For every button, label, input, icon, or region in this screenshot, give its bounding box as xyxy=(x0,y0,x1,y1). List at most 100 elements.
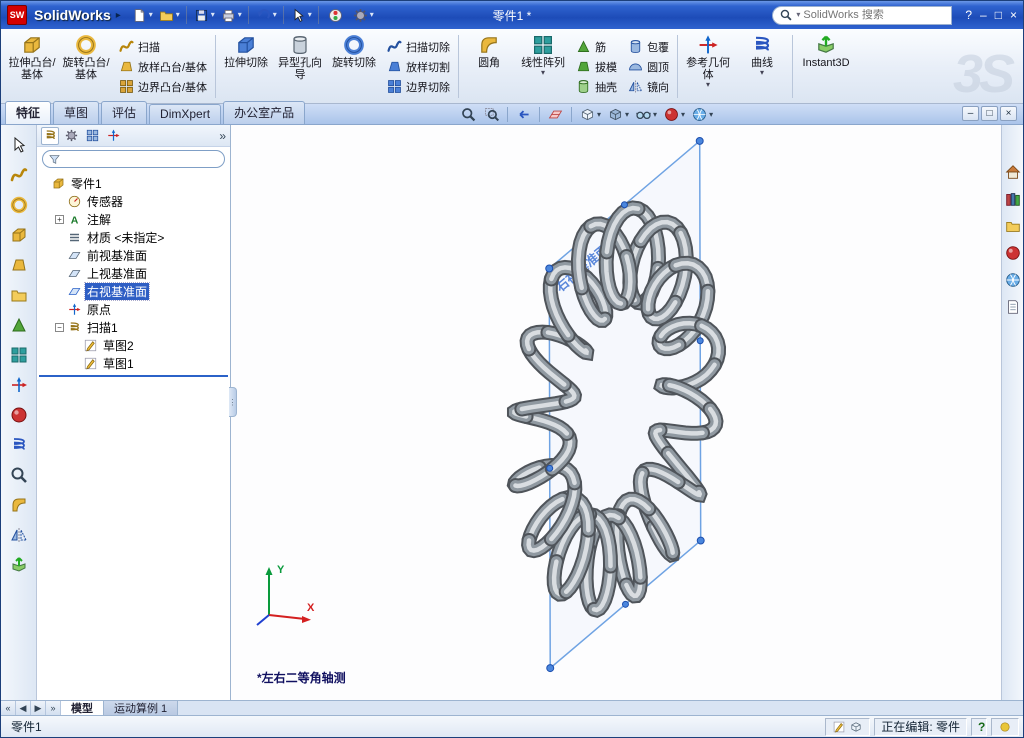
undo-button[interactable]: ▾ xyxy=(254,4,278,26)
view-orientation-button[interactable]: ▾ xyxy=(578,106,602,123)
lofted-boss-button[interactable]: 放样凸台/基体 xyxy=(116,57,209,76)
tree-item-sensors[interactable]: 传感器 xyxy=(39,192,228,210)
tree-item-front-plane[interactable]: 前视基准面 xyxy=(39,246,228,264)
graphics-viewport[interactable]: 右视基准面 Y X *左右二等角轴测 xyxy=(231,125,1001,700)
left-toolbar-icon-3[interactable] xyxy=(9,195,29,215)
doc-close-button[interactable]: × xyxy=(1000,106,1017,121)
wrap-button[interactable]: 包覆 xyxy=(625,37,671,56)
draft-button[interactable]: 拔模 xyxy=(573,57,619,76)
tree-item-sweep1[interactable]: − 扫描1 xyxy=(39,318,228,336)
plane-handle[interactable] xyxy=(621,600,629,608)
dome-button[interactable]: 圆顶 xyxy=(625,57,671,76)
tab-evaluate[interactable]: 评估 xyxy=(101,101,148,124)
shell-button[interactable]: 抽壳 xyxy=(573,77,619,96)
curves-button[interactable]: 曲线 ▾ xyxy=(735,31,789,102)
left-toolbar-icon-10[interactable] xyxy=(9,405,29,425)
left-toolbar-icon-15[interactable] xyxy=(9,555,29,575)
display-style-button[interactable]: ▾ xyxy=(606,106,630,123)
plane-handle[interactable] xyxy=(546,664,555,673)
manager-overflow-button[interactable]: » xyxy=(219,129,226,143)
apply-scene-button[interactable]: ▾ xyxy=(690,106,714,123)
doc-minimize-button[interactable]: – xyxy=(962,106,979,121)
tree-filter-box[interactable] xyxy=(42,150,225,168)
propertymanager-tab[interactable] xyxy=(62,127,80,145)
tree-item-material[interactable]: 材质 <未指定> xyxy=(39,228,228,246)
maximize-button[interactable]: □ xyxy=(995,8,1002,22)
section-view-button[interactable] xyxy=(546,106,565,123)
rebuild-button[interactable] xyxy=(324,4,348,26)
tab-office-products[interactable]: 办公室产品 xyxy=(223,101,306,124)
rollback-bar[interactable] xyxy=(39,375,228,377)
design-library-icon[interactable] xyxy=(1004,190,1022,208)
tab-scroll-prev-button[interactable]: ◀ xyxy=(16,701,31,715)
plane-handle[interactable] xyxy=(695,136,704,145)
tab-sketch[interactable]: 草图 xyxy=(53,101,100,124)
left-toolbar-icon-7[interactable] xyxy=(9,315,29,335)
options-button[interactable]: ▾ xyxy=(351,4,375,26)
sweep-button[interactable]: 扫描 xyxy=(116,37,209,56)
resources-home-icon[interactable] xyxy=(1004,163,1022,181)
tree-item-annotations[interactable]: + A 注解 xyxy=(39,210,228,228)
left-toolbar-icon-12[interactable] xyxy=(9,465,29,485)
mirror-button[interactable]: 镜向 xyxy=(625,77,671,96)
boundary-boss-button[interactable]: 边界凸台/基体 xyxy=(116,77,209,96)
tab-dimxpert[interactable]: DimXpert xyxy=(149,104,222,124)
help-button[interactable]: ? xyxy=(965,8,972,22)
edit-appearance-button[interactable]: ▾ xyxy=(662,106,686,123)
collapse-icon[interactable]: − xyxy=(55,322,64,332)
minimize-button[interactable]: – xyxy=(980,8,987,22)
appearances-icon[interactable] xyxy=(1004,244,1022,262)
configurationmanager-tab[interactable] xyxy=(83,127,101,145)
extruded-boss-button[interactable]: 拉伸凸台/基体 xyxy=(5,31,59,102)
save-button[interactable]: ▾ xyxy=(192,4,216,26)
plane-handle[interactable] xyxy=(620,201,628,209)
status-help-button[interactable]: ? xyxy=(971,717,987,736)
left-toolbar-icon-9[interactable] xyxy=(9,375,29,395)
tree-item-origin[interactable]: 原点 xyxy=(39,300,228,318)
select-button[interactable]: ▾ xyxy=(289,4,313,26)
left-toolbar-icon-13[interactable] xyxy=(9,495,29,515)
doc-restore-button[interactable]: □ xyxy=(981,106,998,121)
status-sketch-icon[interactable] xyxy=(832,720,846,734)
open-button[interactable]: ▾ xyxy=(157,4,181,26)
file-explorer-icon[interactable] xyxy=(1004,217,1022,235)
search-box[interactable]: ▾ xyxy=(772,5,953,25)
left-toolbar-icon-8[interactable] xyxy=(9,345,29,365)
expand-icon[interactable]: + xyxy=(55,214,64,224)
scenes-icon[interactable] xyxy=(1004,271,1022,289)
dimxpertmanager-tab[interactable] xyxy=(104,127,122,145)
featuremanager-tab[interactable] xyxy=(41,126,59,145)
plane-handle[interactable] xyxy=(696,536,705,545)
lofted-cut-button[interactable]: 放样切割 xyxy=(384,57,452,76)
search-input[interactable] xyxy=(803,9,932,21)
revolved-cut-button[interactable]: 旋转切除 xyxy=(327,31,381,102)
new-document-button[interactable]: ▾ xyxy=(130,4,154,26)
tree-item-sketch2[interactable]: 草图2 xyxy=(39,336,228,354)
fillet-button[interactable]: 圆角 xyxy=(462,31,516,102)
tree-item-part[interactable]: 零件1 xyxy=(39,174,228,192)
panel-splitter-handle[interactable]: ⋮ xyxy=(229,387,237,417)
rib-button[interactable]: 筋 xyxy=(573,37,619,56)
swept-cut-button[interactable]: 扫描切除 xyxy=(384,37,452,56)
motion-study-tab[interactable]: 运动算例 1 xyxy=(104,701,179,715)
reference-geometry-button[interactable]: 参考几何体 ▾ xyxy=(681,31,735,102)
hide-show-items-button[interactable]: ▾ xyxy=(634,106,658,123)
tab-scroll-next-button[interactable]: ▶ xyxy=(31,701,46,715)
tree-item-sketch1[interactable]: 草图1 xyxy=(39,354,228,372)
plane-handle[interactable] xyxy=(546,464,554,472)
previous-view-button[interactable] xyxy=(514,106,533,123)
hole-wizard-button[interactable]: 异型孔向导 xyxy=(273,31,327,102)
status-model-icon[interactable] xyxy=(849,720,863,734)
plane-handle[interactable] xyxy=(545,264,554,273)
left-toolbar-icon-14[interactable] xyxy=(9,525,29,545)
custom-properties-icon[interactable] xyxy=(1004,298,1022,316)
left-toolbar-icon-6[interactable] xyxy=(9,285,29,305)
instant3d-button[interactable]: Instant3D xyxy=(796,31,856,102)
left-toolbar-icon-4[interactable] xyxy=(9,225,29,245)
left-toolbar-icon-2[interactable] xyxy=(9,165,29,185)
close-button[interactable]: × xyxy=(1010,8,1017,22)
tab-scroll-first-button[interactable]: « xyxy=(1,701,16,715)
left-toolbar-icon-1[interactable] xyxy=(9,135,29,155)
left-toolbar-icon-5[interactable] xyxy=(9,255,29,275)
extruded-cut-button[interactable]: 拉伸切除 xyxy=(219,31,273,102)
